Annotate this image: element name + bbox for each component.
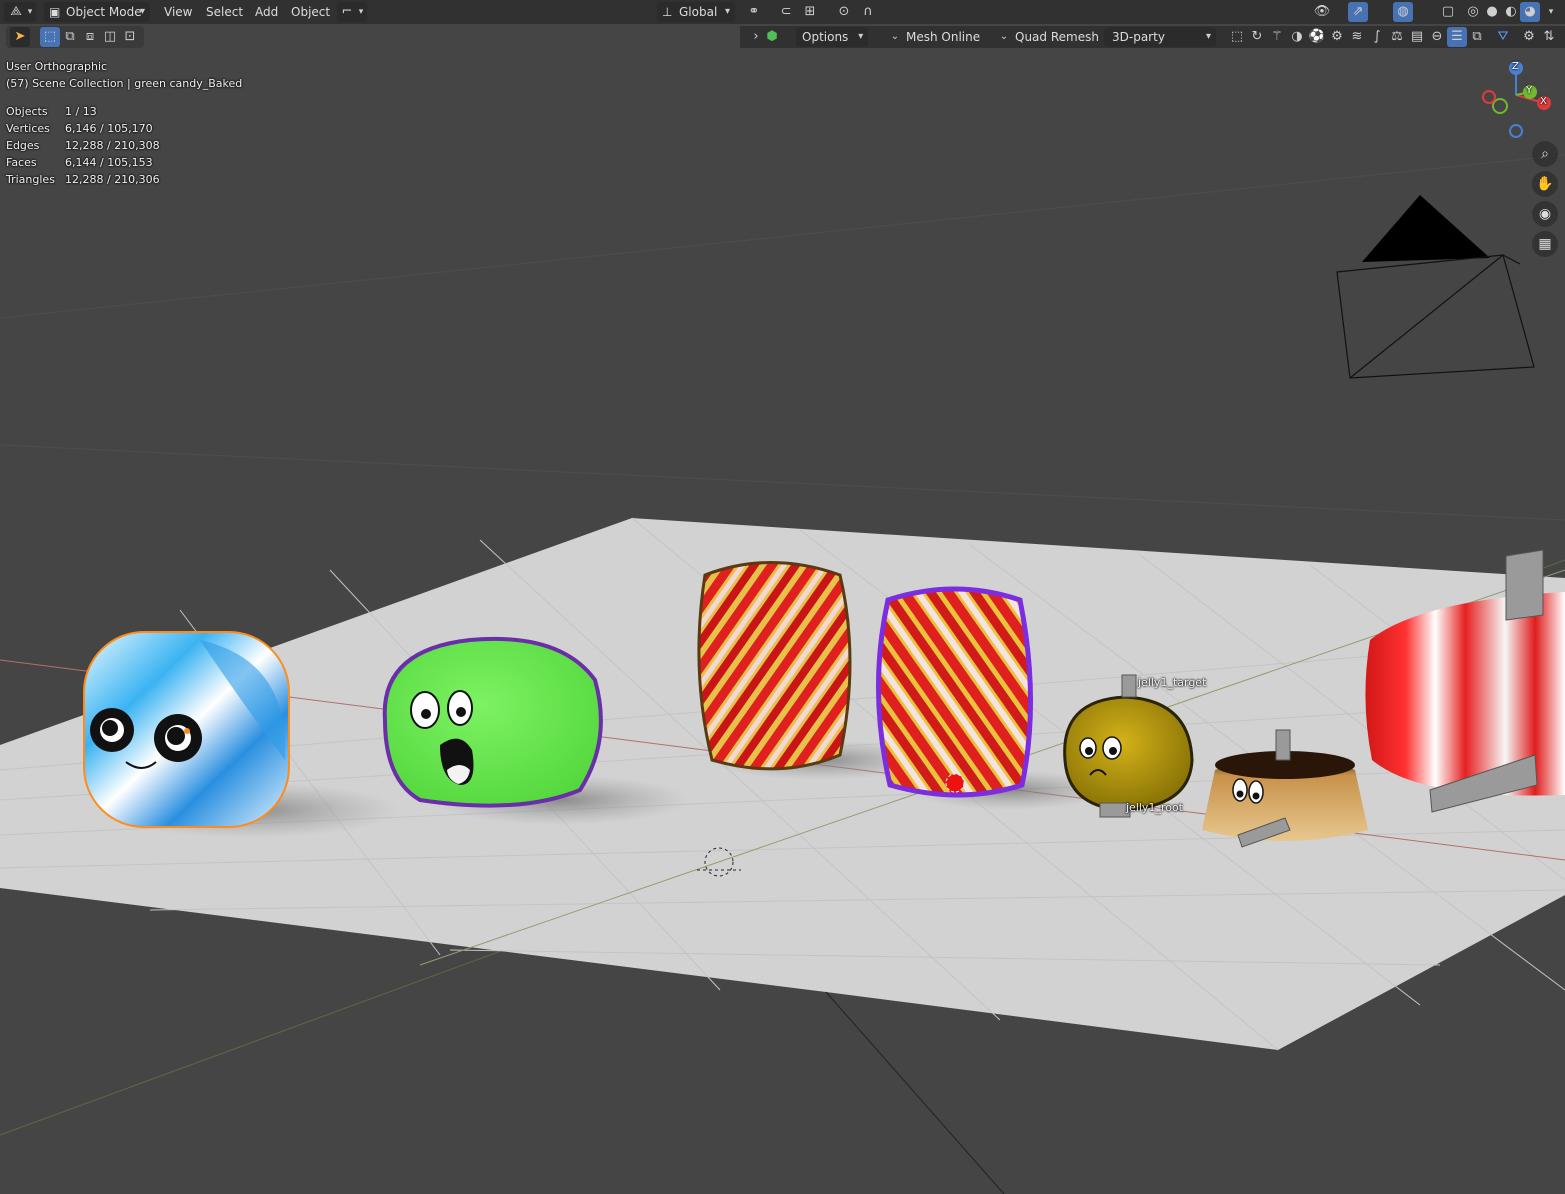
armature-icon[interactable]: ⚚ [1267, 27, 1287, 47]
menu-add[interactable]: Add [249, 2, 284, 22]
chevron-down-icon[interactable]: ⌄ [994, 27, 1014, 47]
fur-icon[interactable]: ≋ [1347, 27, 1367, 47]
weight-icon[interactable]: ⚖ [1387, 27, 1407, 47]
chevron-down-icon[interactable]: ⌄ [885, 27, 905, 47]
view-name: User Orthographic [6, 60, 108, 73]
editor-type-button[interactable]: ⟁ ▾ [4, 2, 36, 22]
visibility-icon[interactable]: 👁 [1312, 2, 1332, 22]
green-candy-object[interactable] [382, 636, 603, 808]
menu-select[interactable]: Select [200, 2, 249, 22]
hair-icon[interactable]: ∫ [1367, 27, 1387, 47]
chevron-down-icon: ▾ [139, 6, 145, 17]
ball-icon[interactable]: ⚽ [1307, 27, 1327, 47]
tool-settings-bar: ➤ ⬚ ⧉ ⧈ ◫ ⊡ [6, 26, 144, 48]
pan-hand-icon[interactable]: ✋ [1532, 171, 1558, 197]
stat-row: Triangles 12,288 / 210,306 [6, 173, 160, 186]
addon-logo-icon: ⬢ [766, 29, 778, 44]
ortho-grid-icon[interactable]: ▦ [1532, 231, 1558, 257]
material-shading-icon[interactable]: ◐ [1501, 2, 1521, 22]
jelly-root-label: jelly1_root [1126, 801, 1183, 814]
mode-dropdown[interactable]: ▣ Object Mode ▾ [44, 2, 150, 22]
sort-icon[interactable]: ⇅ [1539, 27, 1559, 47]
gizmo-z-label: Z [1512, 61, 1519, 72]
object-mode-icon: ▣ [49, 5, 61, 19]
select-extend-icon[interactable]: ⧉ [60, 27, 80, 47]
gizmo-y-label: Y [1526, 85, 1533, 96]
third-party-dropdown[interactable]: 3D-party ▾ [1104, 27, 1216, 47]
camera-object[interactable] [1336, 195, 1535, 379]
blue-candy-object[interactable] [83, 631, 290, 828]
menu-view[interactable]: View [158, 2, 198, 22]
chevron-down-icon[interactable]: ▾ [1541, 2, 1561, 22]
snap-target-icon[interactable]: ⊞ [800, 2, 820, 22]
overlay-toggle-icon[interactable]: ◍ [1393, 2, 1413, 22]
collection-line: (57) Scene Collection | green candy_Bake… [6, 77, 243, 90]
gizmo-toggle-icon[interactable]: ⇗ [1348, 2, 1368, 22]
gizmo-x-label: X [1540, 96, 1547, 107]
select-invert-icon[interactable]: ◫ [100, 27, 120, 47]
select-intersect-icon[interactable]: ⊡ [120, 27, 140, 47]
settings-icon[interactable]: ⚙ [1519, 27, 1539, 47]
quad-remesh-button[interactable]: Quad Remesh [1015, 27, 1099, 47]
chevron-down-icon: ▾ [1205, 31, 1211, 42]
refresh-icon[interactable]: ↻ [1247, 27, 1267, 47]
camera-ray [825, 991, 1005, 1194]
jelly-target-label: jelly1_target [1138, 676, 1207, 689]
chevron-down-icon: ▾ [858, 31, 864, 42]
solid-shading-icon[interactable]: ● [1482, 2, 1502, 22]
gear-icon[interactable]: ⚙ [1327, 27, 1347, 47]
wireframe-shading-icon[interactable]: ◎ [1463, 2, 1483, 22]
viewport-stats-overlay: User Orthographic (57) Scene Collection … [6, 58, 242, 188]
proportional-edit-icon[interactable]: ⊙ [834, 2, 854, 22]
options-dropdown[interactable]: Options ▾ [796, 27, 869, 47]
stat-row: Faces 6,144 / 105,153 [6, 156, 153, 169]
layers-icon[interactable]: ☰ [1447, 27, 1467, 47]
viewport-header: ⟁ ▾ ▣ Object Mode ▾ View Select Add Object… [0, 0, 1565, 24]
falloff-icon[interactable]: ∩ [858, 2, 878, 22]
pivot-icon[interactable]: ⚭ [744, 2, 764, 22]
camera-view-icon[interactable]: ◉ [1532, 201, 1558, 227]
stat-row: Edges 12,288 / 210,308 [6, 139, 160, 152]
menu-object[interactable]: Object [285, 2, 336, 22]
stat-row: Objects 1 / 13 [6, 105, 97, 118]
addon-toolbar: › ⬢ Options ▾ ⌄ Mesh Online ⌄ Quad Remesh… [740, 26, 1565, 48]
chevron-down-icon: ▾ [724, 6, 730, 17]
chevron-down-icon: ▾ [358, 7, 364, 17]
3d-viewport[interactable]: Z X Y ⌕ ✋ ◉ ▦ jelly1_target jelly1_root … [0, 0, 1565, 1194]
shading-curve-button[interactable]: ⌐ ▾ [337, 2, 367, 22]
rendered-shading-icon[interactable]: ◕ [1520, 2, 1540, 22]
copy-icon[interactable]: ⧉ [1467, 27, 1487, 47]
cut-sphere-icon[interactable]: ⊖ [1427, 27, 1447, 47]
archive-icon[interactable]: ▤ [1407, 27, 1427, 47]
xray-icon[interactable]: ▢ [1438, 2, 1458, 22]
transform-orientation-dropdown[interactable]: ⊥ Global ▾ [657, 2, 735, 22]
zoom-icon[interactable]: ⌕ [1532, 141, 1558, 167]
frame-icon[interactable]: ⬚ [1227, 27, 1247, 47]
swirl-candy-object[interactable] [697, 561, 852, 771]
select-new-icon[interactable]: ⬚ [40, 27, 60, 47]
sphere-icon[interactable]: ◑ [1287, 27, 1307, 47]
snap-icon[interactable]: ⊂ [776, 2, 796, 22]
stat-row: Vertices 6,146 / 105,170 [6, 122, 153, 135]
orientation-icon: ⊥ [662, 5, 673, 19]
select-subtract-icon[interactable]: ⧈ [80, 27, 100, 47]
filter-icon[interactable]: ⛛ [1493, 27, 1513, 47]
chevron-down-icon: ▾ [27, 7, 33, 17]
select-tool-icon[interactable]: ➤ [10, 27, 30, 47]
mesh-online-button[interactable]: Mesh Online [906, 27, 980, 47]
striped-candy-object[interactable] [876, 586, 1033, 798]
